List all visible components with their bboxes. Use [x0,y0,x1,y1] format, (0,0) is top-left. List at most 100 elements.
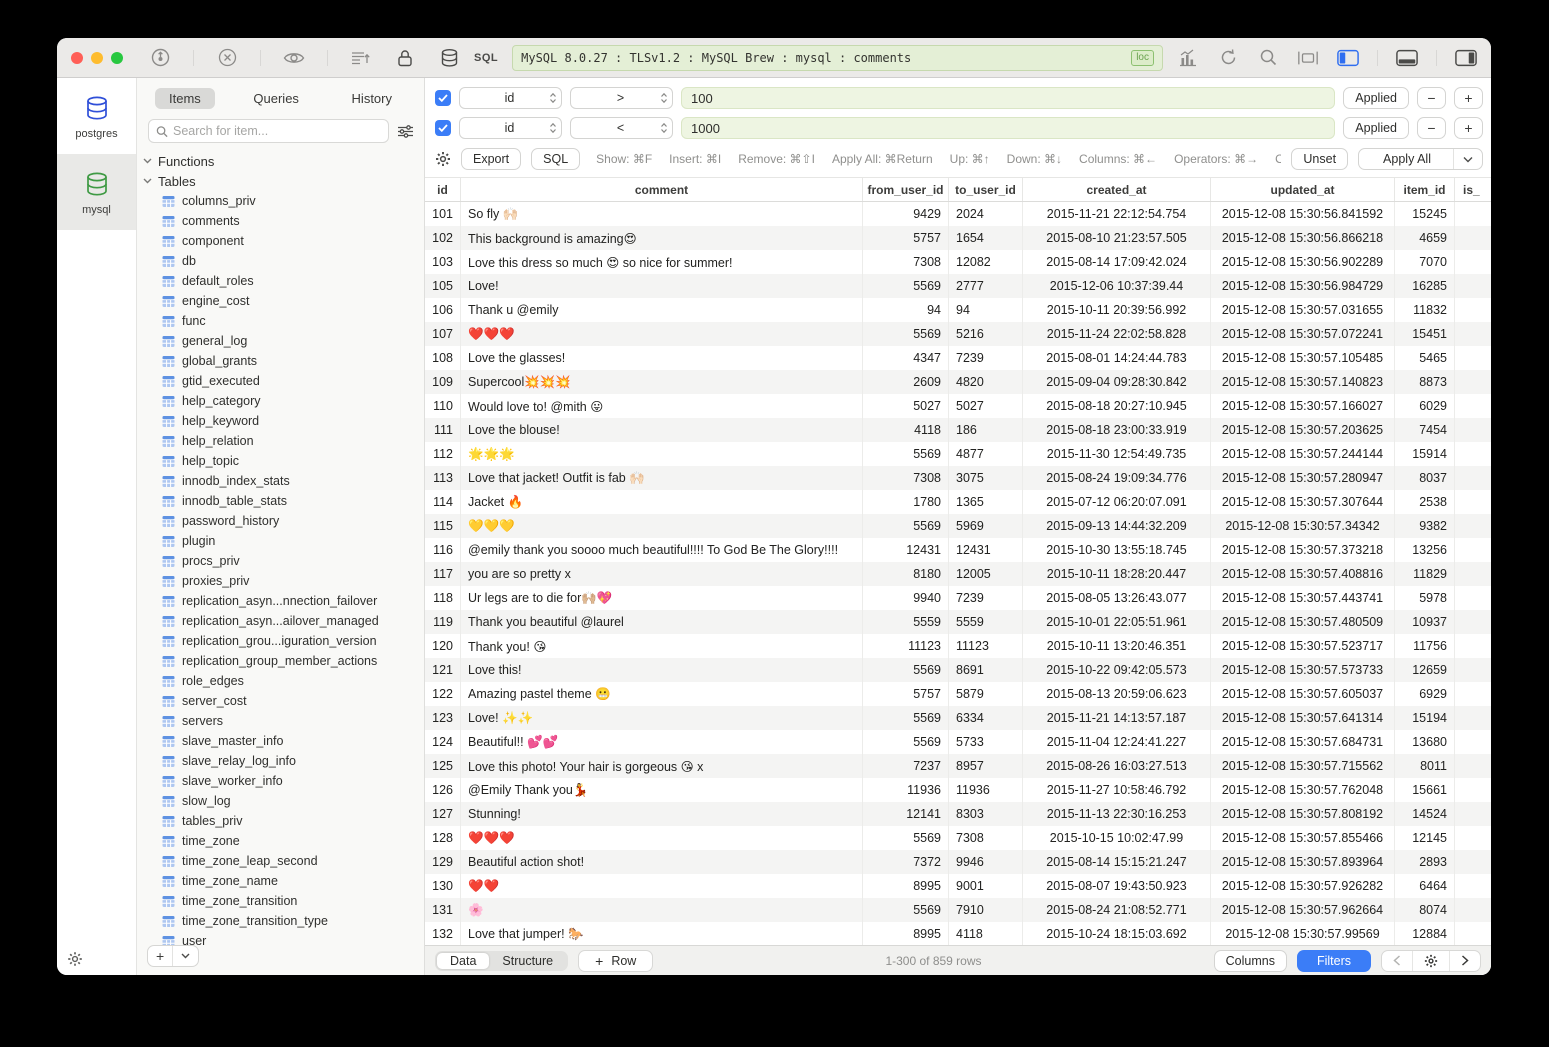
cell-is_[interactable] [1455,298,1491,322]
cell-created_at[interactable]: 2015-12-06 10:37:39.44 [1023,274,1211,298]
cell-comment[interactable]: Amazing pastel theme 😬 [461,682,863,706]
cell-from_user_id[interactable]: 5757 [863,682,949,706]
cell-created_at[interactable]: 2015-11-27 10:58:46.792 [1023,778,1211,802]
cell-id[interactable]: 112 [425,442,461,466]
table-row[interactable]: 132Love that jumper! 🐎899541182015-10-24… [425,922,1491,945]
cell-id[interactable]: 131 [425,898,461,922]
apply-all-button[interactable]: Apply All [1358,148,1483,170]
cell-is_[interactable] [1455,922,1491,945]
cell-id[interactable]: 118 [425,586,461,610]
cell-id[interactable]: 129 [425,850,461,874]
cell-item_id[interactable]: 15661 [1395,778,1455,802]
table-row[interactable]: 111Love the blouse!41181862015-08-18 23:… [425,418,1491,442]
cell-item_id[interactable]: 15245 [1395,202,1455,226]
cell-updated_at[interactable]: 2015-12-08 15:30:57.893964 [1211,850,1395,874]
cell-item_id[interactable]: 15194 [1395,706,1455,730]
filter-column-select[interactable]: id [459,117,562,139]
cell-from_user_id[interactable]: 5569 [863,898,949,922]
sidebar-table-item[interactable]: plugin [143,531,424,551]
table-row[interactable]: 113Love that jacket! Outfit is fab 🙌🏻730… [425,466,1491,490]
cell-comment[interactable]: Love that jumper! 🐎 [461,922,863,945]
cell-comment[interactable]: Love this photo! Your hair is gorgeous 😘… [461,754,863,778]
tab-structure[interactable]: Structure [489,953,566,969]
filter-value-input[interactable]: 1000 [681,117,1335,139]
cell-is_[interactable] [1455,586,1491,610]
chevron-down-icon[interactable] [1453,149,1482,169]
cell-from_user_id[interactable]: 7237 [863,754,949,778]
cell-comment[interactable]: Jacket 🔥 [461,490,863,514]
cell-updated_at[interactable]: 2015-12-08 15:30:57.408816 [1211,562,1395,586]
cell-comment[interactable]: 🌟🌟🌟 [461,442,863,466]
filter-checkbox[interactable] [435,120,451,136]
cell-updated_at[interactable]: 2015-12-08 15:30:57.373218 [1211,538,1395,562]
fit-width-icon[interactable] [1297,47,1319,69]
table-row[interactable]: 108Love the glasses!434772392015-08-01 1… [425,346,1491,370]
cell-is_[interactable] [1455,898,1491,922]
cell-is_[interactable] [1455,346,1491,370]
sidebar-table-item[interactable]: replication_group_member_actions [143,651,424,671]
cell-comment[interactable]: ❤️❤️❤️ [461,826,863,850]
cell-to_user_id[interactable]: 11123 [949,634,1023,658]
cell-item_id[interactable]: 6464 [1395,874,1455,898]
cell-id[interactable]: 107 [425,322,461,346]
table-row[interactable]: 103Love this dress so much 😍 so nice for… [425,250,1491,274]
page-settings-gear-icon[interactable] [1412,951,1449,971]
cell-updated_at[interactable]: 2015-12-08 15:30:57.105485 [1211,346,1395,370]
cell-updated_at[interactable]: 2015-12-08 15:30:57.203625 [1211,418,1395,442]
add-item-button[interactable]: + [148,946,172,966]
cell-created_at[interactable]: 2015-08-24 21:08:52.771 [1023,898,1211,922]
table-row[interactable]: 109Supercool💥💥💥260948202015-09-04 09:28:… [425,370,1491,394]
cell-item_id[interactable]: 8873 [1395,370,1455,394]
cell-to_user_id[interactable]: 9001 [949,874,1023,898]
settings-gear-icon[interactable] [67,951,83,967]
cell-id[interactable]: 111 [425,418,461,442]
sidebar-table-item[interactable]: time_zone_name [143,871,424,891]
cell-from_user_id[interactable]: 5027 [863,394,949,418]
filter-column-select[interactable]: id [459,87,562,109]
sql-editor-icon[interactable]: SQL [474,52,498,64]
cell-item_id[interactable]: 8074 [1395,898,1455,922]
cell-id[interactable]: 103 [425,250,461,274]
cell-item_id[interactable]: 15914 [1395,442,1455,466]
cell-updated_at[interactable]: 2015-12-08 15:30:56.984729 [1211,274,1395,298]
cell-from_user_id[interactable]: 5569 [863,514,949,538]
cell-to_user_id[interactable]: 5559 [949,610,1023,634]
sidebar-table-item[interactable]: engine_cost [143,291,424,311]
cell-to_user_id[interactable]: 12431 [949,538,1023,562]
refresh-icon[interactable] [1217,47,1239,69]
cell-created_at[interactable]: 2015-08-14 17:09:42.024 [1023,250,1211,274]
cell-id[interactable]: 105 [425,274,461,298]
cell-is_[interactable] [1455,802,1491,826]
cell-is_[interactable] [1455,706,1491,730]
cell-comment[interactable]: Beautiful action shot! [461,850,863,874]
columns-button[interactable]: Columns [1214,950,1287,972]
cell-created_at[interactable]: 2015-10-30 13:55:18.745 [1023,538,1211,562]
cell-created_at[interactable]: 2015-09-13 14:44:32.209 [1023,514,1211,538]
cell-created_at[interactable]: 2015-09-04 09:28:30.842 [1023,370,1211,394]
cell-created_at[interactable]: 2015-07-12 06:20:07.091 [1023,490,1211,514]
cell-updated_at[interactable]: 2015-12-08 15:30:57.031655 [1211,298,1395,322]
cell-to_user_id[interactable]: 5879 [949,682,1023,706]
sidebar-table-item[interactable]: slave_worker_info [143,771,424,791]
sidebar-table-item[interactable]: global_grants [143,351,424,371]
sidebar-table-item[interactable]: columns_priv [143,191,424,211]
cell-to_user_id[interactable]: 5027 [949,394,1023,418]
sidebar-table-item[interactable]: role_edges [143,671,424,691]
column-header-updated_at[interactable]: updated_at [1211,178,1395,201]
cell-updated_at[interactable]: 2015-12-08 15:30:57.962664 [1211,898,1395,922]
cell-comment[interactable]: So fly 🙌🏻 [461,202,863,226]
cell-item_id[interactable]: 12145 [1395,826,1455,850]
cell-is_[interactable] [1455,850,1491,874]
cell-item_id[interactable]: 8011 [1395,754,1455,778]
cell-item_id[interactable]: 11829 [1395,562,1455,586]
cell-updated_at[interactable]: 2015-12-08 15:30:57.244144 [1211,442,1395,466]
table-row[interactable]: 131🌸556979102015-08-24 21:08:52.7712015-… [425,898,1491,922]
filter-sliders-icon[interactable] [397,124,414,139]
connection-mysql[interactable]: mysql [57,154,136,230]
cell-created_at[interactable]: 2015-10-15 10:02:47.99 [1023,826,1211,850]
cell-is_[interactable] [1455,730,1491,754]
tab-queries[interactable]: Queries [239,88,313,109]
cell-item_id[interactable]: 10937 [1395,610,1455,634]
remove-filter-button[interactable]: − [1417,117,1446,139]
cell-to_user_id[interactable]: 4118 [949,922,1023,945]
